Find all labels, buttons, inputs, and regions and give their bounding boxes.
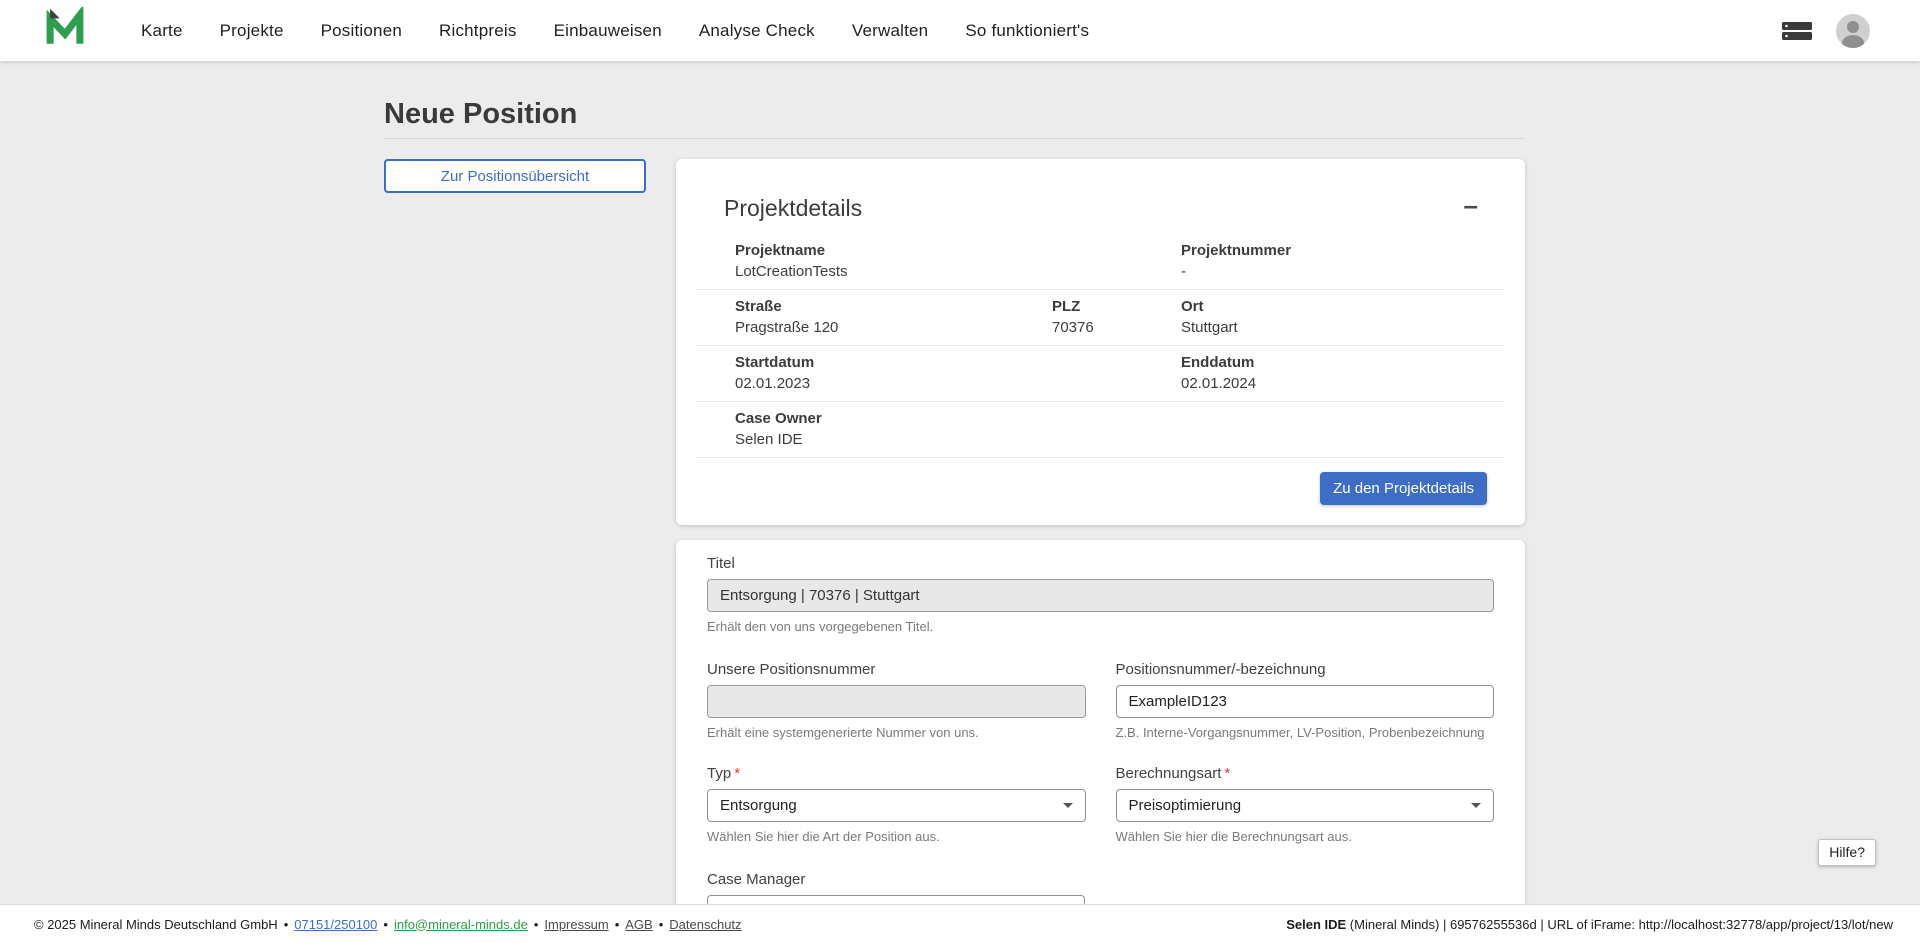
left-column: Zur Positionsübersicht [384,159,646,193]
startdatum-value: 02.01.2023 [735,375,1181,392]
typ-label: Typ* [707,765,1086,782]
plz-cell: PLZ 70376 [1052,298,1181,336]
positionsnummer-hint: Z.B. Interne-Vorgangsnummer, LV-Position… [1116,725,1495,740]
projektname-value: LotCreationTests [735,263,1181,280]
right-column: Projektdetails – Projektname LotCreation… [676,159,1525,943]
startdatum-cell: Startdatum 02.01.2023 [735,354,1181,392]
case-owner-cell: Case Owner Selen IDE [735,410,1181,448]
ort-cell: Ort Stuttgart [1181,298,1504,336]
titel-input [707,579,1494,612]
titel-hint: Erhält den von uns vorgegebenen Titel. [707,619,1494,634]
main-nav: Karte Projekte Positionen Richtpreis Ein… [141,21,1089,41]
agb-link[interactable]: AGB [625,917,652,932]
app-logo[interactable] [44,7,86,54]
nav-item-karte[interactable]: Karte [141,21,183,41]
separator-dot: • [383,917,388,932]
help-button[interactable]: Hilfe? [1818,839,1876,866]
separator-dot: • [659,917,664,932]
user-avatar[interactable] [1836,14,1870,48]
berechnungsart-select[interactable]: Preisoptimierung [1116,789,1495,822]
typ-select[interactable]: Entsorgung [707,789,1086,822]
position-form-card: Titel Erhält den von uns vorgegebenen Ti… [676,540,1525,943]
required-asterisk: * [1224,765,1230,782]
case-manager-label: Case Manager [707,871,1494,888]
navbar: Karte Projekte Positionen Richtpreis Ein… [0,0,1920,61]
projektname-label: Projektname [735,242,1181,259]
copyright-text: © 2025 Mineral Minds Deutschland GmbH [34,917,278,932]
chevron-down-icon [1063,803,1073,808]
typ-hint: Wählen Sie hier die Art der Position aus… [707,829,1086,844]
typ-selected-value: Entsorgung [720,797,797,814]
separator-dot: • [615,917,620,932]
nav-item-einbauweisen[interactable]: Einbauweisen [554,21,662,41]
positionsnummer-field: Positionsnummer/-bezeichnung Z.B. Intern… [1116,661,1495,740]
main-content: Neue Position Zur Positionsübersicht Pro… [0,61,1920,943]
unsere-positionsnummer-input [707,685,1086,718]
page-title: Neue Position [384,98,1525,131]
berechnungsart-field: Berechnungsart* Preisoptimierung Wählen … [1116,765,1495,844]
berechnungsart-selected-value: Preisoptimierung [1129,797,1242,814]
nav-item-projekte[interactable]: Projekte [220,21,284,41]
email-link[interactable]: info@mineral-minds.de [394,917,528,932]
footer: © 2025 Mineral Minds Deutschland GmbH • … [0,904,1920,943]
navbar-right [1782,14,1870,48]
projektnummer-label: Projektnummer [1181,242,1504,259]
enddatum-label: Enddatum [1181,354,1504,371]
nav-item-verwalten[interactable]: Verwalten [852,21,928,41]
footer-links: © 2025 Mineral Minds Deutschland GmbH • … [34,917,742,932]
nav-item-analyse-check[interactable]: Analyse Check [699,21,815,41]
project-details-link-button[interactable]: Zu den Projektdetails [1320,472,1487,505]
project-details-card: Projektdetails – Projektname LotCreation… [676,159,1525,525]
case-owner-label: Case Owner [735,410,1181,427]
case-owner-value: Selen IDE [735,431,1181,448]
nav-item-so-funktionierts[interactable]: So funktioniert's [965,21,1089,41]
projektname-cell: Projektname LotCreationTests [735,242,1181,280]
separator-dot: • [534,917,539,932]
back-to-positions-button[interactable]: Zur Positionsübersicht [384,159,646,193]
berechnungsart-hint: Wählen Sie hier die Berechnungsart aus. [1116,829,1495,844]
table-row: Projektname LotCreationTests Projektnumm… [697,234,1504,290]
project-details-table: Projektname LotCreationTests Projektnumm… [697,234,1504,458]
plz-value: 70376 [1052,319,1181,336]
collapse-button[interactable]: – [1458,191,1484,219]
plz-label: PLZ [1052,298,1181,315]
project-details-title: Projektdetails [724,195,1504,222]
berechnungsart-label: Berechnungsart* [1116,765,1495,782]
nav-item-positionen[interactable]: Positionen [321,21,402,41]
unsere-positionsnummer-field: Unsere Positionsnummer Erhält eine syste… [707,661,1086,740]
strasse-value: Pragstraße 120 [735,319,1052,336]
startdatum-label: Startdatum [735,354,1181,371]
ort-value: Stuttgart [1181,319,1504,336]
table-row: Case Owner Selen IDE [697,402,1504,458]
datenschutz-link[interactable]: Datenschutz [669,917,741,932]
session-info: Selen IDE (Mineral Minds) | 69576255536d… [1286,917,1893,932]
chevron-down-icon [1471,803,1481,808]
session-user: Selen IDE [1286,917,1346,932]
strasse-label: Straße [735,298,1052,315]
positionsnummer-input[interactable] [1116,685,1495,718]
phone-link[interactable]: 07151/250100 [294,917,377,932]
positionsnummer-label: Positionsnummer/-bezeichnung [1116,661,1495,678]
unsere-positionsnummer-hint: Erhält eine systemgenerierte Nummer von … [707,725,1086,740]
strasse-cell: Straße Pragstraße 120 [735,298,1052,336]
title-divider [384,138,1525,139]
server-icon[interactable] [1782,21,1812,41]
enddatum-value: 02.01.2024 [1181,375,1504,392]
enddatum-cell: Enddatum 02.01.2024 [1181,354,1504,392]
required-asterisk: * [734,765,740,782]
typ-field: Typ* Entsorgung Wählen Sie hier die Art … [707,765,1086,844]
unsere-positionsnummer-label: Unsere Positionsnummer [707,661,1086,678]
separator-dot: • [284,917,289,932]
projektnummer-cell: Projektnummer - [1181,242,1504,280]
impressum-link[interactable]: Impressum [544,917,608,932]
titel-label: Titel [707,555,1494,572]
nav-item-richtpreis[interactable]: Richtpreis [439,21,517,41]
table-row: Startdatum 02.01.2023 Enddatum 02.01.202… [697,346,1504,402]
ort-label: Ort [1181,298,1504,315]
table-row: Straße Pragstraße 120 PLZ 70376 Ort Stut… [697,290,1504,346]
session-details: (Mineral Minds) | 69576255536d | URL of … [1346,917,1893,932]
projektnummer-value: - [1181,263,1504,280]
mineral-minds-logo-icon [44,7,86,54]
